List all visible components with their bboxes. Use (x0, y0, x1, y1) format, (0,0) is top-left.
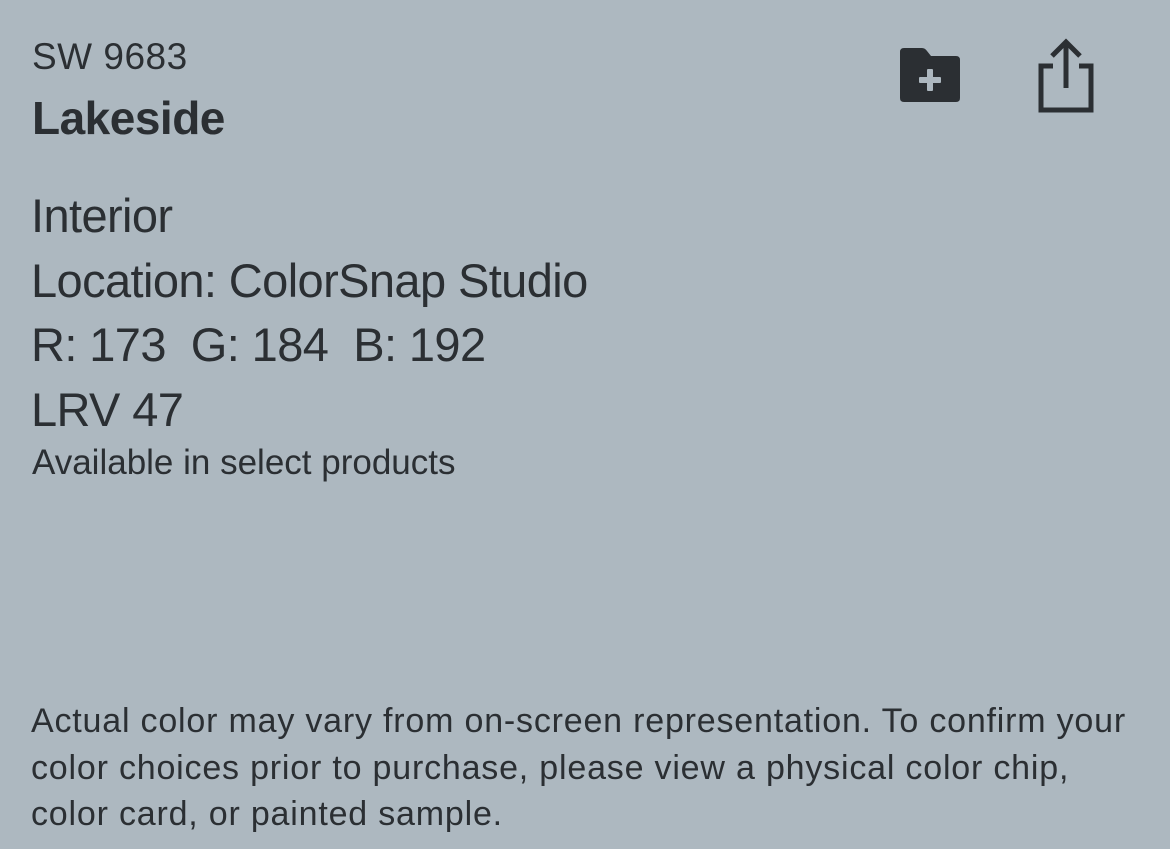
availability-text: Available in select products (32, 443, 456, 482)
color-detail-card: SW 9683 Lakeside Interior Location: Colo… (0, 0, 1170, 849)
rgb-values: R: 173 G: 184 B: 192 (31, 318, 486, 371)
share-button[interactable] (1033, 38, 1097, 114)
color-details: Interior Location: ColorSnap Studio R: 1… (31, 184, 588, 442)
color-code: SW 9683 (32, 36, 188, 77)
usage-text: Interior (31, 189, 173, 242)
share-icon (1038, 38, 1094, 113)
lrv-value: LRV 47 (31, 382, 184, 436)
add-to-folder-button[interactable] (898, 46, 962, 104)
folder-plus-icon (900, 48, 960, 102)
disclaimer-text: Actual color may vary from on-screen rep… (31, 702, 1126, 833)
location-text: Location: ColorSnap Studio (31, 253, 588, 307)
color-name: Lakeside (32, 92, 225, 144)
